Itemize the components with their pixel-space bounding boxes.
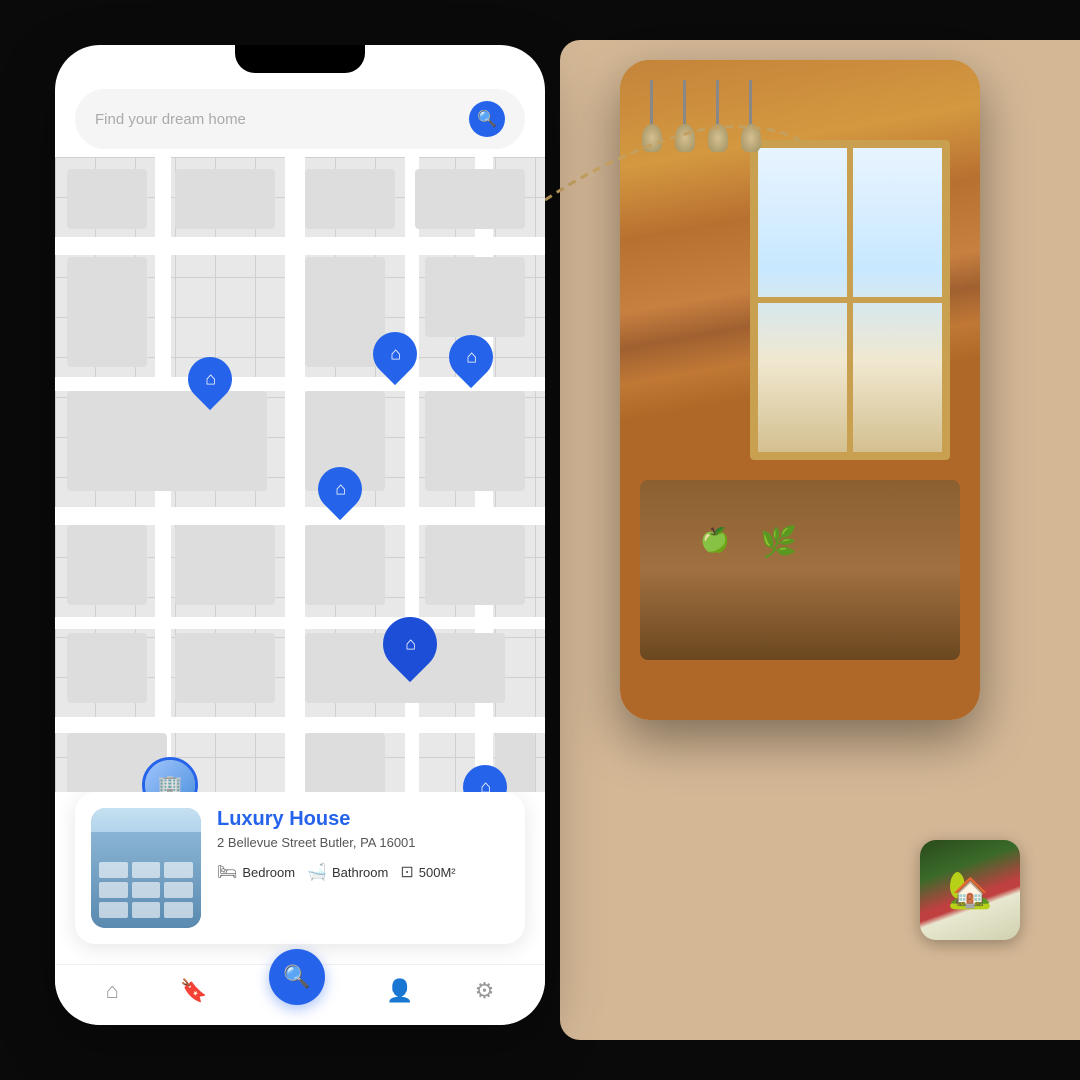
map-view[interactable]: ⌂ ⌂ ⌂ ⌂ ⌂ 🏢	[55, 157, 545, 792]
map-pin-6[interactable]: ⌂	[449, 335, 493, 379]
pin-body-3: ⌂	[309, 458, 371, 520]
search-bar[interactable]: Find your dream home 🔍	[75, 89, 525, 149]
map-block	[425, 391, 525, 491]
map-block	[67, 169, 147, 229]
size-feature: ⊡ 500M²	[400, 862, 455, 882]
bedroom-label: Bedroom	[242, 865, 295, 880]
nav-profile[interactable]: 👤	[386, 978, 413, 1004]
bottom-navigation: ⌂ 🔖 🔍 👤 ⚙	[55, 964, 545, 1025]
map-block	[67, 633, 147, 703]
phone-mockup: Find your dream home 🔍	[55, 45, 545, 1025]
property-card[interactable]: Luxury House 2 Bellevue Street Butler, P…	[75, 792, 525, 944]
house-icon-6: ⌂	[466, 347, 477, 368]
interior-fruits: 🍏	[700, 526, 730, 555]
bath-icon: 🛁	[307, 862, 327, 882]
pin-body-1: ⌂	[179, 348, 241, 410]
pendant-light-3	[716, 80, 719, 140]
search-icon: 🔍	[477, 109, 497, 129]
map-block	[67, 391, 267, 491]
pin-body-4: ⌂	[372, 606, 448, 682]
nav-settings[interactable]: ⚙	[475, 978, 495, 1004]
map-block	[67, 525, 147, 605]
house-thumbnail[interactable]: 🏡	[920, 840, 1020, 940]
property-features: 🛏 Bedroom 🛁 Bathroom ⊡ 500M²	[217, 862, 509, 882]
map-block	[175, 525, 275, 605]
nav-home[interactable]: ⌂	[106, 978, 119, 1004]
house-icon-2: ⌂	[390, 344, 401, 365]
bed-icon: 🛏	[217, 862, 237, 882]
map-photo-pin[interactable]: 🏢	[142, 757, 198, 792]
property-title[interactable]: Luxury House	[217, 808, 509, 831]
bookmark-icon: 🔖	[180, 978, 207, 1004]
map-block	[67, 257, 147, 367]
property-image	[91, 808, 201, 928]
search-center-icon: 🔍	[283, 964, 310, 990]
search-button[interactable]: 🔍	[469, 101, 505, 137]
settings-icon: ⚙	[475, 978, 495, 1004]
pendant-light-1	[650, 80, 653, 140]
map-block	[175, 169, 275, 229]
phone-notch	[235, 45, 365, 73]
pin-body-2: ⌂	[364, 323, 426, 385]
interior-plants: 🌿	[760, 525, 797, 560]
size-icon: ⊡	[400, 862, 413, 882]
map-block	[425, 525, 525, 605]
map-block	[305, 169, 395, 229]
map-block	[305, 733, 385, 792]
profile-icon: 👤	[386, 978, 413, 1004]
house-icon-3: ⌂	[335, 479, 346, 500]
size-label: 500M²	[419, 865, 456, 880]
pendant-light-4	[749, 80, 752, 140]
map-pin-5[interactable]: ⌂	[463, 765, 507, 792]
pin-body-6: ⌂	[440, 326, 502, 388]
house-icon-1: ⌂	[205, 369, 216, 390]
interior-photo: 🌿 🍏	[620, 60, 980, 720]
house-icon-4: ⌂	[405, 634, 416, 655]
bedroom-feature: 🛏 Bedroom	[217, 862, 295, 882]
home-icon: ⌂	[106, 978, 119, 1004]
house-icon-5: ⌂	[480, 777, 491, 793]
map-pin-3[interactable]: ⌂	[318, 467, 362, 511]
house-thumb-image: 🏡	[920, 840, 1020, 940]
nav-bookmark[interactable]: 🔖	[180, 978, 207, 1004]
bathroom-label: Bathroom	[332, 865, 388, 880]
property-windows	[99, 862, 193, 918]
interior-window	[750, 140, 950, 460]
road-v2	[285, 157, 305, 792]
property-info: Luxury House 2 Bellevue Street Butler, P…	[217, 808, 509, 882]
photo-pin-image: 🏢	[145, 760, 195, 792]
interior-table	[640, 480, 960, 660]
interior-photo-card: 🌿 🍏	[620, 60, 980, 720]
property-address: 2 Bellevue Street Butler, PA 16001	[217, 835, 509, 850]
map-block	[425, 257, 525, 337]
pendant-light-2	[683, 80, 686, 140]
bathroom-feature: 🛁 Bathroom	[307, 862, 388, 882]
map-block	[175, 633, 275, 703]
map-pin-1[interactable]: ⌂	[188, 357, 232, 401]
map-block	[305, 525, 385, 605]
search-placeholder: Find your dream home	[95, 111, 246, 128]
map-pin-4[interactable]: ⌂	[383, 617, 437, 671]
map-block	[415, 169, 525, 229]
nav-search-center[interactable]: 🔍	[269, 949, 325, 1005]
interior-lights	[650, 80, 752, 140]
map-pin-2[interactable]: ⌂	[373, 332, 417, 376]
